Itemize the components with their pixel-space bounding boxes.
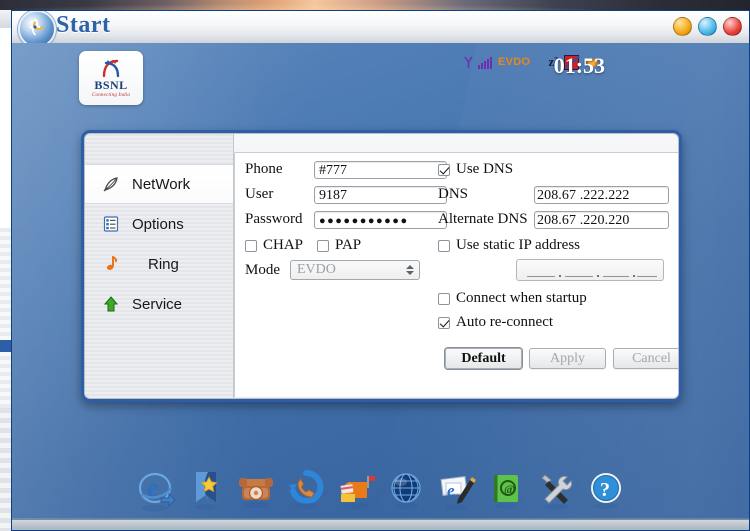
svg-text:?: ? <box>600 479 610 501</box>
password-input[interactable]: ●●●●●●●●●●● <box>314 211 447 229</box>
globe-icon[interactable] <box>385 468 427 516</box>
address-book-icon[interactable]: @ <box>485 468 527 516</box>
mailbox-icon[interactable] <box>335 468 377 516</box>
connect-when-startup-label: Connect when startup <box>456 290 587 306</box>
start-label[interactable]: Start <box>56 12 110 39</box>
sidebar-item-ring[interactable]: Ring <box>85 244 233 284</box>
background-window-selected-row <box>0 340 11 352</box>
user-label: User <box>245 186 274 202</box>
window-titlebar: Start <box>12 11 749 48</box>
swirl-glyph <box>29 18 44 36</box>
mode-select[interactable]: EVDO <box>290 260 420 280</box>
minimize-button[interactable] <box>673 17 692 36</box>
background-window-titlebar <box>0 10 11 28</box>
svg-text:@: @ <box>504 482 515 496</box>
chevron-updown-icon <box>403 263 416 277</box>
password-label: Password <box>245 211 303 227</box>
sidebar-item-options-label: Options <box>132 215 184 233</box>
auto-reconnect-checkbox[interactable]: Auto re-connect <box>438 314 553 331</box>
sidebar-item-network[interactable]: NetWork <box>85 164 233 204</box>
up-arrow-icon <box>102 295 120 313</box>
close-button[interactable] <box>723 17 742 36</box>
internet-explorer-icon[interactable]: e <box>135 468 177 516</box>
mode-label: Mode <box>245 262 280 278</box>
settings-dialog: Settings NetWor <box>81 130 682 402</box>
pap-checkbox-box <box>317 239 329 252</box>
sidebar-item-network-label: NetWork <box>132 175 191 193</box>
connect-when-startup-checkbox[interactable]: Connect when startup <box>438 290 587 307</box>
chap-label: CHAP <box>263 237 304 253</box>
phone-label: Phone <box>245 161 283 177</box>
pap-checkbox[interactable]: PAP <box>317 237 361 254</box>
use-dns-checkbox[interactable]: Use DNS <box>438 161 513 178</box>
svg-text:e: e <box>147 473 159 502</box>
pap-label: PAP <box>335 237 362 253</box>
clock: 01:53 <box>553 53 606 78</box>
chap-checkbox[interactable]: CHAP <box>245 237 303 254</box>
cancel-button[interactable]: Cancel <box>613 348 678 369</box>
settings-dialog-inner: Settings NetWor <box>84 133 679 399</box>
network-type-label: EVDO <box>498 56 531 68</box>
status-tray: EVDO z² 01:53 <box>464 51 605 78</box>
sidebar-item-service-label: Service <box>132 295 183 313</box>
svg-text:e: e <box>447 481 455 500</box>
sidebar-item-ring-label: Ring <box>148 255 179 273</box>
use-dns-checkbox-box <box>438 163 450 176</box>
alternate-dns-label: Alternate DNS <box>438 211 528 227</box>
screen: Start BSNL Connecting India EVDO z² 01:5… <box>0 0 750 531</box>
client-area: BSNL Connecting India EVDO z² 01:53 NetW… <box>12 43 749 530</box>
static-ip-input[interactable] <box>516 259 664 281</box>
connect-when-startup-checkbox-box <box>438 292 450 305</box>
background-window-body <box>0 28 11 228</box>
mode-select-value: EVDO <box>297 262 336 277</box>
phone-input[interactable]: #777 <box>314 161 447 179</box>
use-static-ip-checkbox[interactable]: Use static IP address <box>438 237 580 254</box>
use-static-ip-checkbox-box <box>438 239 450 252</box>
window-controls <box>673 17 742 36</box>
network-settings-pane: Phone #777 User 9187 Password ●●●●●●●●●●… <box>234 152 678 397</box>
alternate-dns-input[interactable]: 208.67 .220.220 <box>534 211 669 229</box>
feather-icon <box>102 175 120 193</box>
background-window-footer <box>0 408 11 531</box>
maximize-button[interactable] <box>698 17 717 36</box>
apply-button[interactable]: Apply <box>529 348 606 369</box>
dns-input[interactable]: 208.67 .222.222 <box>534 186 669 204</box>
use-dns-label: Use DNS <box>456 161 514 177</box>
tools-icon[interactable] <box>535 468 577 516</box>
use-static-ip-label: Use static IP address <box>456 237 580 253</box>
dial-call-icon[interactable] <box>285 468 327 516</box>
password-masked-value: ●●●●●●●●●●● <box>319 215 409 227</box>
auto-reconnect-checkbox-box <box>438 316 450 329</box>
compose-mail-icon[interactable]: e <box>435 468 477 516</box>
taskbar-bottom-bar <box>12 519 749 530</box>
settings-sidebar: NetWork Options Ring Service <box>85 134 234 398</box>
bsnl-logo-tagline: Connecting India <box>91 93 131 98</box>
default-button[interactable]: Default <box>445 348 522 369</box>
antenna-icon <box>464 56 473 68</box>
bsnl-logo-name: BSNL <box>94 78 128 92</box>
help-icon[interactable]: ? <box>585 468 627 516</box>
user-input[interactable]: 9187 <box>314 186 447 204</box>
dns-label: DNS <box>438 186 469 202</box>
list-icon <box>102 215 120 233</box>
telephone-icon[interactable] <box>235 468 277 516</box>
bsnl-logo-tile: BSNL Connecting India <box>79 51 143 105</box>
chap-checkbox-box <box>245 239 257 252</box>
favorites-icon[interactable] <box>185 468 227 516</box>
bsnl-arrows-icon <box>102 59 120 78</box>
dock: e e @ ? <box>12 460 749 518</box>
background-window-rows <box>0 228 11 408</box>
bsnl-dialer-window: Start BSNL Connecting India EVDO z² 01:5… <box>11 10 750 531</box>
music-note-icon <box>102 255 120 273</box>
signal-bars-icon <box>478 56 492 69</box>
auto-reconnect-label: Auto re-connect <box>456 314 554 330</box>
sidebar-item-options[interactable]: Options <box>85 204 233 244</box>
sidebar-item-service[interactable]: Service <box>85 284 233 324</box>
